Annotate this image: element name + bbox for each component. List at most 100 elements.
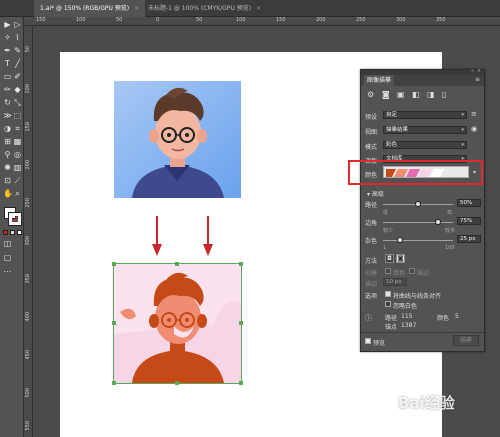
ruler-label: 300 <box>25 236 31 246</box>
vertical-ruler: 50 100 150 200 250 300 350 400 450 500 5… <box>24 26 33 437</box>
corners-slider-track[interactable] <box>383 222 453 223</box>
panel-header: 图像描摹 ≡ <box>361 75 484 86</box>
paintbrush-tool-icon[interactable]: ✐ <box>13 72 22 81</box>
line-tool-icon[interactable]: ╱ <box>13 59 22 68</box>
create-fill-checkbox[interactable] <box>385 268 391 274</box>
artboard-tool-icon[interactable]: ⊡ <box>3 176 12 185</box>
colors-count-label: 颜色 <box>437 315 450 322</box>
low-color-icon[interactable]: ▣ <box>397 90 405 99</box>
noise-value-field[interactable]: 25 px <box>457 235 481 243</box>
selection-handle[interactable] <box>112 262 116 266</box>
zoom-tool-icon[interactable]: ⌕ <box>13 189 22 198</box>
lasso-tool-icon[interactable]: ⌇ <box>13 33 22 42</box>
arrow-shaft-left <box>156 216 158 244</box>
stroke-value-field[interactable]: 10 px <box>383 278 407 286</box>
preset-menu-icon[interactable]: ≡ <box>471 110 477 118</box>
type-tool-icon[interactable]: T <box>3 59 12 68</box>
selection-handle[interactable] <box>239 262 243 266</box>
collapse-icon[interactable]: « <box>471 68 474 74</box>
pencil-tool-icon[interactable]: ✏ <box>3 85 12 94</box>
snap-curves-checkbox[interactable] <box>385 291 391 297</box>
noise-slider-track[interactable] <box>383 240 453 241</box>
eyedropper-tool-icon[interactable]: ⚲ <box>3 150 12 159</box>
pen-tool-icon[interactable]: ✒ <box>3 46 12 55</box>
graph-tool-icon[interactable]: ▥ <box>13 163 22 172</box>
tab-document-1[interactable]: 1.ai* @ 150% (RGB/GPU 预览) × <box>34 0 146 17</box>
draw-mode-icon[interactable]: ◫ <box>3 239 12 248</box>
none-mode-icon[interactable] <box>17 230 22 235</box>
view-value: 描摹结果 <box>386 127 409 133</box>
advanced-toggle[interactable]: ▾ 高级 <box>367 189 384 198</box>
shape-builder-icon[interactable]: ◑ <box>3 124 12 133</box>
selection-handle[interactable] <box>112 321 116 325</box>
perspective-grid-icon[interactable]: ⌗ <box>13 124 22 133</box>
view-dropdown[interactable]: 描摹结果 ▾ <box>383 126 467 134</box>
blend-tool-icon[interactable]: ◎ <box>13 150 22 159</box>
stroke-swatch[interactable] <box>9 213 21 225</box>
scale-tool-icon[interactable]: ⤡ <box>13 98 22 107</box>
create-stroke-checkbox[interactable] <box>409 268 415 274</box>
ruler-label: 200 <box>316 17 326 23</box>
corners-slider-knob[interactable] <box>435 219 441 225</box>
mode-dropdown[interactable]: 彩色 ▾ <box>383 141 467 149</box>
gradient-tool-icon[interactable]: ▦ <box>13 137 22 146</box>
tab-label: 1.ai* @ 150% (RGB/GPU 预览) <box>40 5 130 12</box>
more-tools-icon[interactable]: ⋯ <box>3 267 12 276</box>
preset-dropdown[interactable]: 自定 ▾ <box>383 111 467 119</box>
create-stroke-label: 描边 <box>417 270 430 277</box>
eraser-tool-icon[interactable]: ◆ <box>13 85 22 94</box>
gradient-mode-icon[interactable] <box>10 230 15 235</box>
tab-document-2[interactable]: 未标题-1 @ 100% (CMYK/GPU 预览) × <box>142 0 267 17</box>
outline-icon[interactable]: ▯ <box>442 90 446 99</box>
symbol-sprayer-icon[interactable]: ✺ <box>3 163 12 172</box>
hand-tool-icon[interactable]: ✋ <box>3 189 13 198</box>
screen-mode-icon[interactable]: ▢ <box>3 253 12 262</box>
slice-tool-icon[interactable]: ⟋ <box>13 176 22 185</box>
selection-handle[interactable] <box>175 262 179 266</box>
anchors-count: 1387 <box>401 322 417 329</box>
paths-count: 115 <box>401 313 413 320</box>
preview-checkbox[interactable] <box>365 338 371 344</box>
paths-value-field[interactable]: 50% <box>457 199 481 207</box>
abutting-method-icon[interactable]: ◘ <box>385 254 394 263</box>
width-tool-icon[interactable]: ≫ <box>3 111 12 120</box>
trace-button[interactable]: 描摹 <box>453 335 479 346</box>
mesh-tool-icon[interactable]: ⊞ <box>3 137 12 146</box>
direct-selection-tool-icon[interactable]: ▷ <box>13 20 22 29</box>
color-mode-icon[interactable] <box>3 230 8 235</box>
selection-handle[interactable] <box>112 381 116 385</box>
selection-handle[interactable] <box>239 381 243 385</box>
curvature-tool-icon[interactable]: ✎ <box>13 46 22 55</box>
free-transform-icon[interactable]: ⬚ <box>13 111 22 120</box>
black-white-icon[interactable]: ◨ <box>427 90 435 99</box>
ignore-white-checkbox[interactable] <box>385 301 391 307</box>
overlapping-method-icon[interactable]: ◙ <box>396 254 405 263</box>
rectangle-tool-icon[interactable]: ▭ <box>3 72 12 81</box>
close-icon[interactable]: × <box>477 68 481 74</box>
corners-low-label: 较少 <box>383 228 394 234</box>
selection-handle[interactable] <box>175 381 179 385</box>
close-icon[interactable]: × <box>256 5 261 12</box>
auto-color-icon[interactable]: ⚙ <box>367 90 374 99</box>
noise-slider-knob[interactable] <box>397 237 403 243</box>
selection-handle[interactable] <box>239 321 243 325</box>
ruler-label: 100 <box>236 17 246 23</box>
noise-label: 杂色 <box>365 238 378 245</box>
panel-title-tab[interactable]: 图像描摹 <box>364 75 395 86</box>
tab-label: 未标题-1 @ 100% (CMYK/GPU 预览) <box>148 5 252 12</box>
traced-avatar-image[interactable] <box>112 262 243 385</box>
panel-menu-icon[interactable]: ≡ <box>475 76 480 83</box>
corners-value-field[interactable]: 75% <box>457 217 481 225</box>
original-avatar-image[interactable] <box>114 81 241 198</box>
paths-slider-knob[interactable] <box>415 201 421 207</box>
grayscale-icon[interactable]: ◧ <box>412 90 420 99</box>
selection-tool-icon[interactable]: ▶ <box>3 20 12 29</box>
corners-label: 边角 <box>365 220 378 227</box>
eye-icon[interactable]: ◉ <box>471 125 477 133</box>
magic-wand-icon[interactable]: ✧ <box>3 33 12 42</box>
high-color-icon[interactable]: ◙ <box>382 90 390 99</box>
ruler-label: 300 <box>396 17 406 23</box>
rotate-tool-icon[interactable]: ↻ <box>3 98 12 107</box>
mode-label: 模式 <box>365 144 378 151</box>
close-icon[interactable]: × <box>134 5 139 12</box>
